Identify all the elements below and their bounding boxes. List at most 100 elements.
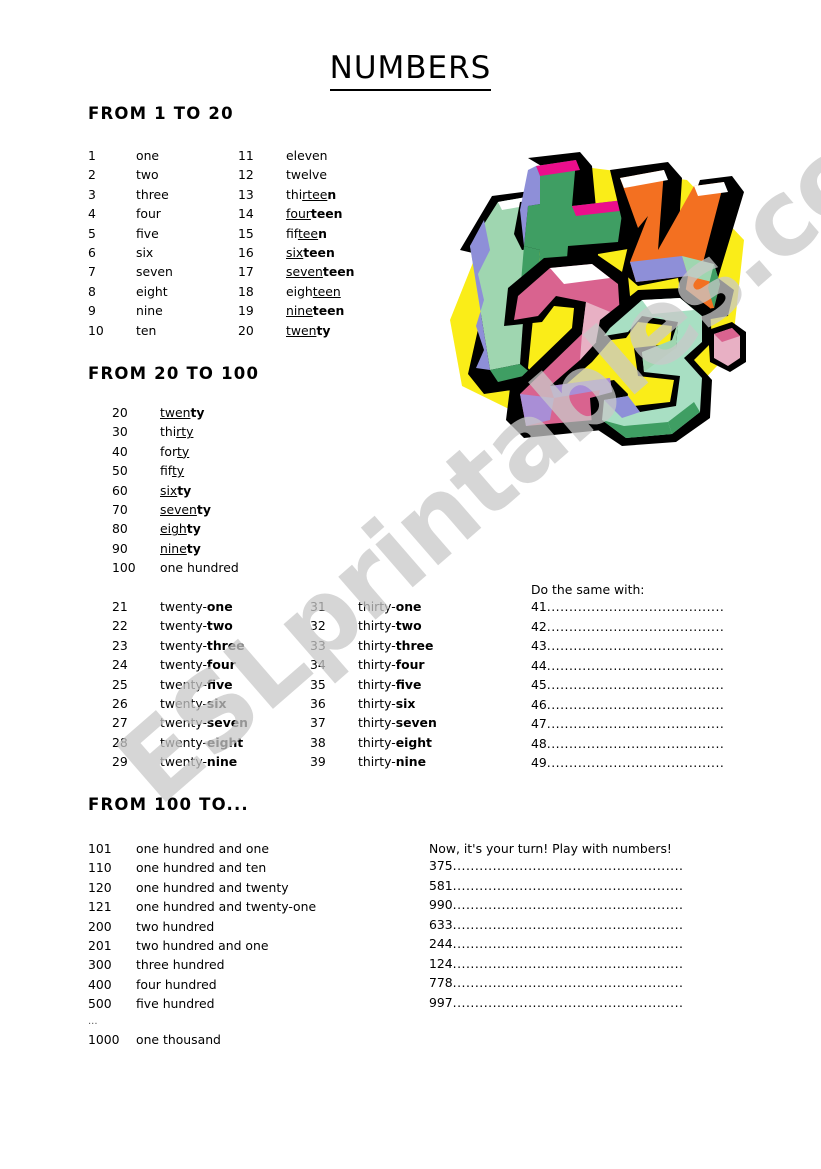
- exercise-row[interactable]: 44 .....................................…: [531, 658, 724, 678]
- exercise-row[interactable]: 49 .....................................…: [531, 755, 724, 775]
- answer-blank[interactable]: ........................................…: [547, 697, 724, 712]
- answer-blank[interactable]: ........................................…: [453, 956, 682, 971]
- numeral: 100: [112, 560, 136, 576]
- list-item: 2 two: [88, 167, 173, 186]
- number-word: one: [136, 148, 160, 163]
- number-word: eighteen: [286, 283, 341, 299]
- numeral: 200: [88, 918, 112, 934]
- exercise-row[interactable]: 778 ....................................…: [429, 975, 682, 995]
- number-word: one thousand: [136, 1031, 221, 1047]
- page-title: NUMBERS: [0, 50, 821, 91]
- list-item: 39 thirty-nine: [310, 754, 437, 773]
- number-word: seventeen: [286, 264, 355, 280]
- exercise-row[interactable]: 41 .....................................…: [531, 599, 724, 619]
- exercise-number: 42: [531, 618, 547, 634]
- list-item: 18 eighteen: [238, 284, 354, 303]
- list-item: 120 one hundred and twenty: [88, 880, 316, 899]
- exercise-row[interactable]: 581 ....................................…: [429, 878, 682, 898]
- list-item: 200 two hundred: [88, 919, 316, 938]
- answer-blank[interactable]: ........................................…: [547, 658, 724, 673]
- answer-blank[interactable]: ........................................…: [453, 897, 682, 912]
- list-item: 16 sixteen: [238, 245, 354, 264]
- number-list-thirties: 31 thirty-one 32 thirty-two 33 thirty-th…: [310, 599, 437, 774]
- number-word: eighty: [160, 521, 201, 537]
- exercise-row[interactable]: 997 ....................................…: [429, 995, 682, 1015]
- number-word: twelve: [286, 167, 328, 183]
- numeral: 14: [238, 206, 254, 222]
- list-item: 15 fifteen: [238, 226, 354, 245]
- exercise-row[interactable]: 43 .....................................…: [531, 638, 724, 658]
- answer-blank[interactable]: ........................................…: [547, 736, 724, 751]
- answer-blank[interactable]: ........................................…: [453, 917, 682, 932]
- numeral: 21: [112, 599, 128, 614]
- list-item: 60 sixty: [112, 483, 239, 502]
- number-word: thirty-six: [358, 695, 416, 711]
- numeral: 39: [310, 754, 326, 770]
- numeral: 18: [238, 283, 254, 299]
- list-item: 12 twelve: [238, 167, 354, 186]
- list-item: 13 thirteen: [238, 187, 354, 206]
- answer-blank[interactable]: ........................................…: [453, 936, 682, 951]
- list-item: 17 seventeen: [238, 264, 354, 283]
- exercise-row[interactable]: 124 ....................................…: [429, 956, 682, 976]
- exercise-row[interactable]: 990 ....................................…: [429, 897, 682, 917]
- number-list-twenties: 21 twenty-one 22 twenty-two 23 twenty-th…: [112, 599, 248, 774]
- list-item: 4 four: [88, 206, 173, 225]
- number-word: one hundred and ten: [136, 860, 267, 876]
- numeral: 8: [88, 283, 96, 299]
- number-word: thirty-four: [358, 657, 425, 673]
- answer-blank[interactable]: ........................................…: [453, 878, 682, 893]
- list-item: 27 twenty-seven: [112, 715, 248, 734]
- numeral: 500: [88, 996, 112, 1012]
- answer-blank[interactable]: ........................................…: [453, 858, 682, 873]
- list-item: 500 five hundred: [88, 996, 316, 1015]
- exercise-number: 375: [429, 858, 453, 873]
- number-word: thirty-five: [358, 676, 422, 692]
- answer-blank[interactable]: ........................................…: [547, 619, 724, 634]
- numbers-3d-clipart: [432, 150, 762, 455]
- answer-blank[interactable]: ........................................…: [547, 677, 724, 692]
- list-item: 6 six: [88, 245, 173, 264]
- numeral: 33: [310, 637, 326, 653]
- list-item: 38 thirty-eight: [310, 735, 437, 754]
- exercise-row[interactable]: 45 .....................................…: [531, 677, 724, 697]
- list-item: 70 seventy: [112, 502, 239, 521]
- number-word: three hundred: [136, 957, 225, 973]
- exercise-row[interactable]: 46 .....................................…: [531, 697, 724, 717]
- exercise-row[interactable]: 47 .....................................…: [531, 716, 724, 736]
- number-word: thirty-seven: [358, 715, 437, 731]
- answer-blank[interactable]: ........................................…: [547, 755, 724, 770]
- exercise-number: 41: [531, 599, 547, 614]
- list-item: 33 thirty-three: [310, 638, 437, 657]
- exercise-row[interactable]: 633 ....................................…: [429, 917, 682, 937]
- numeral: 2: [88, 167, 96, 183]
- list-item: 31 thirty-one: [310, 599, 437, 618]
- exercise-row[interactable]: 48 .....................................…: [531, 736, 724, 756]
- exercise-row[interactable]: 42 .....................................…: [531, 619, 724, 639]
- answer-blank[interactable]: ........................................…: [453, 975, 682, 990]
- list-item: 35 thirty-five: [310, 677, 437, 696]
- numeral: 31: [310, 599, 326, 614]
- numeral: 6: [88, 244, 96, 260]
- exercise-row[interactable]: 375 ....................................…: [429, 858, 682, 878]
- numeral: 34: [310, 657, 326, 673]
- numeral: 22: [112, 618, 128, 634]
- answer-blank[interactable]: ........................................…: [547, 599, 724, 614]
- answer-blank[interactable]: ........................................…: [547, 716, 724, 731]
- list-item: 8 eight: [88, 284, 173, 303]
- number-word: one hundred and one: [136, 841, 269, 856]
- numeral: 38: [310, 734, 326, 750]
- numeral: 201: [88, 937, 112, 953]
- exercise-your-turn: Now, it's your turn! Play with numbers! …: [429, 841, 682, 1014]
- exercise-row[interactable]: 244 ....................................…: [429, 936, 682, 956]
- numeral: 1000: [88, 1031, 120, 1047]
- numeral: 16: [238, 244, 254, 260]
- answer-blank[interactable]: ........................................…: [547, 638, 724, 653]
- list-item: 50 fifty: [112, 463, 239, 482]
- numeral: 35: [310, 676, 326, 692]
- list-item: 21 twenty-one: [112, 599, 248, 618]
- number-word: twenty-three: [160, 637, 245, 653]
- list-item: 121 one hundred and twenty-one: [88, 899, 316, 918]
- list-item: 40 forty: [112, 444, 239, 463]
- answer-blank[interactable]: ........................................…: [453, 995, 682, 1010]
